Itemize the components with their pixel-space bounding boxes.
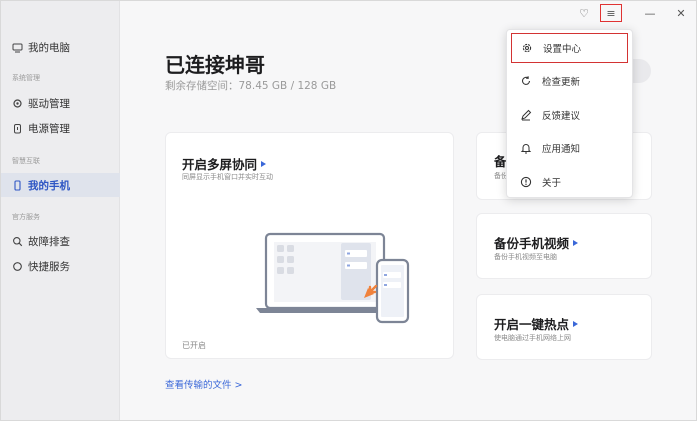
menu-item-notifications[interactable]: 应用通知 bbox=[511, 133, 628, 163]
menu-item-label: 反馈建议 bbox=[542, 111, 581, 122]
heart-icon[interactable]: ♡ bbox=[573, 4, 595, 22]
menu-button[interactable]: ≡ bbox=[600, 4, 622, 22]
card-multiscreen-title: 开启多屏协同 bbox=[182, 154, 267, 173]
monitor-icon bbox=[12, 42, 23, 53]
card-hotspot-title: 开启一键热点 bbox=[494, 314, 579, 333]
sidebar-item-driver[interactable]: 驱动管理 bbox=[1, 91, 120, 115]
sidebar-item-label: 电源管理 bbox=[28, 122, 70, 135]
minimize-button[interactable]: — bbox=[639, 4, 661, 22]
sidebar-item-quick-service[interactable]: 快捷服务 bbox=[1, 254, 120, 278]
sidebar: 我的电脑 系统管理 驱动管理 电源管理 智慧互联 我的手机 官方服务 故障排查 … bbox=[1, 1, 120, 420]
search-icon bbox=[12, 236, 23, 247]
card-title-text: 开启多屏协同 bbox=[182, 157, 258, 172]
heart-glyph: ♡ bbox=[579, 6, 589, 20]
card-backup-title: 备 bbox=[494, 154, 507, 169]
card-hotspot-subtitle: 使电脑通过手机网络上网 bbox=[494, 334, 571, 342]
menu-item-about[interactable]: 关于 bbox=[511, 167, 628, 197]
menu-item-check-update[interactable]: 检查更新 bbox=[511, 66, 628, 96]
storage-label: 剩余存储空间： bbox=[165, 80, 239, 92]
gear-icon bbox=[12, 98, 23, 109]
sidebar-item-label: 我的手机 bbox=[28, 179, 70, 192]
info-icon bbox=[520, 176, 532, 188]
card-title-text: 备份手机视频 bbox=[494, 236, 570, 251]
sidebar-section-system: 系统管理 bbox=[12, 74, 40, 82]
power-icon bbox=[12, 123, 23, 134]
close-button[interactable]: ✕ bbox=[670, 4, 692, 22]
arrow-right-icon bbox=[573, 239, 579, 246]
circle-icon bbox=[12, 261, 23, 272]
page-title: 已连接坤哥 bbox=[165, 53, 265, 77]
arrow-right-icon bbox=[261, 160, 267, 167]
storage-value: 78.45 GB / 128 GB bbox=[238, 80, 337, 92]
card-backup-video-subtitle: 备份手机视频至电脑 bbox=[494, 253, 557, 261]
sidebar-item-label: 我的电脑 bbox=[28, 41, 70, 54]
menu-item-label: 应用通知 bbox=[542, 144, 581, 155]
sidebar-item-my-computer[interactable]: 我的电脑 bbox=[1, 35, 120, 59]
storage-info: 剩余存储空间：78.45 GB / 128 GB bbox=[165, 78, 336, 93]
card-multiscreen-status: 已开启 bbox=[182, 341, 206, 350]
gear-icon bbox=[521, 42, 533, 54]
card-title-text: 开启一键热点 bbox=[494, 317, 570, 332]
minimize-icon: — bbox=[644, 6, 656, 20]
sidebar-item-label: 驱动管理 bbox=[28, 97, 70, 110]
view-transferred-files-link[interactable]: 查看传输的文件 > bbox=[165, 377, 242, 391]
close-icon: ✕ bbox=[676, 6, 686, 20]
menu-item-label: 关于 bbox=[542, 178, 562, 189]
laptop-phone-illustration bbox=[256, 232, 410, 324]
menu-icon: ≡ bbox=[606, 6, 616, 20]
sidebar-item-troubleshoot[interactable]: 故障排查 bbox=[1, 229, 120, 253]
card-backup-video[interactable]: 备份手机视频 备份手机视频至电脑 bbox=[476, 213, 652, 279]
bell-icon bbox=[520, 142, 532, 154]
settings-dropdown-menu: 设置中心 检查更新 反馈建议 应用通知 关于 bbox=[506, 29, 633, 198]
sidebar-item-label: 快捷服务 bbox=[28, 260, 70, 273]
card-multiscreen-subtitle: 同屏显示手机窗口并实时互动 bbox=[182, 173, 273, 181]
sidebar-item-power[interactable]: 电源管理 bbox=[1, 116, 120, 140]
app-window: 我的电脑 系统管理 驱动管理 电源管理 智慧互联 我的手机 官方服务 故障排查 … bbox=[0, 0, 697, 421]
pen-icon bbox=[520, 109, 532, 121]
menu-item-label: 设置中心 bbox=[543, 44, 582, 55]
sidebar-section-official: 官方服务 bbox=[12, 213, 40, 221]
arrow-right-icon bbox=[573, 320, 579, 327]
sidebar-item-label: 故障排查 bbox=[28, 235, 70, 248]
card-hotspot[interactable]: 开启一键热点 使电脑通过手机网络上网 bbox=[476, 294, 652, 360]
phone-icon bbox=[12, 179, 23, 191]
refresh-icon bbox=[520, 75, 532, 87]
sidebar-item-my-phone[interactable]: 我的手机 bbox=[1, 173, 120, 197]
menu-item-label: 检查更新 bbox=[542, 77, 581, 88]
menu-item-settings[interactable]: 设置中心 bbox=[511, 33, 628, 63]
menu-item-feedback[interactable]: 反馈建议 bbox=[511, 100, 628, 130]
sidebar-section-connect: 智慧互联 bbox=[12, 157, 40, 165]
card-backup-video-title: 备份手机视频 bbox=[494, 233, 579, 252]
card-multiscreen[interactable]: 开启多屏协同 同屏显示手机窗口并实时互动 已开启 bbox=[165, 132, 454, 359]
